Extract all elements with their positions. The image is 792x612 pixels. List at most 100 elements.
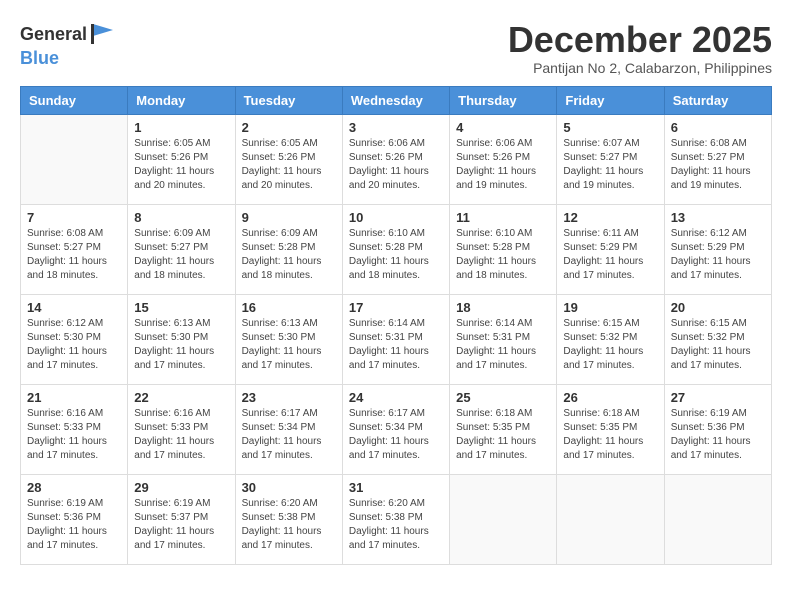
calendar-cell: 4 Sunrise: 6:06 AM Sunset: 5:26 PM Daylig… (450, 114, 557, 204)
calendar-table: SundayMondayTuesdayWednesdayThursdayFrid… (20, 86, 772, 565)
day-number: 10 (349, 210, 443, 225)
day-number: 7 (27, 210, 121, 225)
weekday-header-friday: Friday (557, 86, 664, 114)
title-section: December 2025 Pantijan No 2, Calabarzon,… (508, 20, 772, 76)
day-number: 20 (671, 300, 765, 315)
location-subtitle: Pantijan No 2, Calabarzon, Philippines (508, 60, 772, 76)
day-number: 19 (563, 300, 657, 315)
calendar-cell: 30 Sunrise: 6:20 AM Sunset: 5:38 PM Dayli… (235, 474, 342, 564)
logo-flag-icon (89, 20, 117, 48)
day-number: 8 (134, 210, 228, 225)
calendar-cell: 6 Sunrise: 6:08 AM Sunset: 5:27 PM Daylig… (664, 114, 771, 204)
day-number: 9 (242, 210, 336, 225)
day-number: 24 (349, 390, 443, 405)
day-info: Sunrise: 6:07 AM Sunset: 5:27 PM Dayligh… (563, 137, 657, 193)
calendar-cell: 21Sunrise: 6:16 AM Sunset: 5:33 PM Dayli… (21, 384, 128, 474)
weekday-header-tuesday: Tuesday (235, 86, 342, 114)
day-info: Sunrise: 6:12 AM Sunset: 5:29 PM Dayligh… (671, 227, 765, 283)
day-info: Sunrise: 6:18 AM Sunset: 5:35 PM Dayligh… (456, 407, 550, 463)
day-info: Sunrise: 6:12 AM Sunset: 5:30 PM Dayligh… (27, 317, 121, 373)
calendar-cell: 5 Sunrise: 6:07 AM Sunset: 5:27 PM Daylig… (557, 114, 664, 204)
calendar-cell: 15 Sunrise: 6:13 AM Sunset: 5:30 PM Dayli… (128, 294, 235, 384)
calendar-cell: 8 Sunrise: 6:09 AM Sunset: 5:27 PM Daylig… (128, 204, 235, 294)
calendar-cell: 26 Sunrise: 6:18 AM Sunset: 5:35 PM Dayli… (557, 384, 664, 474)
day-info: Sunrise: 6:05 AM Sunset: 5:26 PM Dayligh… (134, 137, 228, 193)
calendar-cell: 12 Sunrise: 6:11 AM Sunset: 5:29 PM Dayli… (557, 204, 664, 294)
calendar-cell: 7Sunrise: 6:08 AM Sunset: 5:27 PM Daylig… (21, 204, 128, 294)
logo-general-text: General (20, 24, 87, 45)
day-info: Sunrise: 6:13 AM Sunset: 5:30 PM Dayligh… (134, 317, 228, 373)
calendar-cell: 19 Sunrise: 6:15 AM Sunset: 5:32 PM Dayli… (557, 294, 664, 384)
day-number: 17 (349, 300, 443, 315)
day-info: Sunrise: 6:19 AM Sunset: 5:36 PM Dayligh… (27, 497, 121, 553)
day-number: 27 (671, 390, 765, 405)
calendar-cell: 28 Sunrise: 6:19 AM Sunset: 5:36 PM Dayli… (21, 474, 128, 564)
logo-blue-text: Blue (20, 48, 59, 68)
calendar-cell: 18 Sunrise: 6:14 AM Sunset: 5:31 PM Dayli… (450, 294, 557, 384)
day-info: Sunrise: 6:19 AM Sunset: 5:37 PM Dayligh… (134, 497, 228, 553)
day-info: Sunrise: 6:16 AM Sunset: 5:33 PM Dayligh… (27, 407, 121, 463)
calendar-cell: 25 Sunrise: 6:18 AM Sunset: 5:35 PM Dayli… (450, 384, 557, 474)
logo: General Blue (20, 20, 117, 69)
calendar-cell: 13 Sunrise: 6:12 AM Sunset: 5:29 PM Dayli… (664, 204, 771, 294)
day-info: Sunrise: 6:16 AM Sunset: 5:33 PM Dayligh… (134, 407, 228, 463)
day-number: 2 (242, 120, 336, 135)
day-number: 4 (456, 120, 550, 135)
day-number: 25 (456, 390, 550, 405)
logo-wordmark: General Blue (20, 20, 117, 69)
day-info: Sunrise: 6:18 AM Sunset: 5:35 PM Dayligh… (563, 407, 657, 463)
calendar-week-row: 1 Sunrise: 6:05 AM Sunset: 5:26 PM Daylig… (21, 114, 772, 204)
day-info: Sunrise: 6:06 AM Sunset: 5:26 PM Dayligh… (456, 137, 550, 193)
day-info: Sunrise: 6:11 AM Sunset: 5:29 PM Dayligh… (563, 227, 657, 283)
day-number: 12 (563, 210, 657, 225)
calendar-week-row: 28 Sunrise: 6:19 AM Sunset: 5:36 PM Dayli… (21, 474, 772, 564)
calendar-cell: 23 Sunrise: 6:17 AM Sunset: 5:34 PM Dayli… (235, 384, 342, 474)
calendar-cell: 29 Sunrise: 6:19 AM Sunset: 5:37 PM Dayli… (128, 474, 235, 564)
day-number: 26 (563, 390, 657, 405)
calendar-cell (450, 474, 557, 564)
calendar-week-row: 14 Sunrise: 6:12 AM Sunset: 5:30 PM Dayli… (21, 294, 772, 384)
calendar-cell: 10 Sunrise: 6:10 AM Sunset: 5:28 PM Dayli… (342, 204, 449, 294)
calendar-cell: 20Sunrise: 6:15 AM Sunset: 5:32 PM Dayli… (664, 294, 771, 384)
calendar-week-row: 21Sunrise: 6:16 AM Sunset: 5:33 PM Dayli… (21, 384, 772, 474)
calendar-cell: 17Sunrise: 6:14 AM Sunset: 5:31 PM Dayli… (342, 294, 449, 384)
calendar-cell: 27Sunrise: 6:19 AM Sunset: 5:36 PM Dayli… (664, 384, 771, 474)
day-info: Sunrise: 6:08 AM Sunset: 5:27 PM Dayligh… (671, 137, 765, 193)
calendar-cell: 24Sunrise: 6:17 AM Sunset: 5:34 PM Dayli… (342, 384, 449, 474)
day-number: 28 (27, 480, 121, 495)
day-info: Sunrise: 6:05 AM Sunset: 5:26 PM Dayligh… (242, 137, 336, 193)
day-info: Sunrise: 6:10 AM Sunset: 5:28 PM Dayligh… (456, 227, 550, 283)
day-number: 13 (671, 210, 765, 225)
calendar-cell: 3Sunrise: 6:06 AM Sunset: 5:26 PM Daylig… (342, 114, 449, 204)
day-info: Sunrise: 6:14 AM Sunset: 5:31 PM Dayligh… (456, 317, 550, 373)
day-number: 14 (27, 300, 121, 315)
day-number: 16 (242, 300, 336, 315)
day-number: 30 (242, 480, 336, 495)
weekday-header-thursday: Thursday (450, 86, 557, 114)
calendar-cell: 11Sunrise: 6:10 AM Sunset: 5:28 PM Dayli… (450, 204, 557, 294)
day-info: Sunrise: 6:20 AM Sunset: 5:38 PM Dayligh… (242, 497, 336, 553)
day-info: Sunrise: 6:10 AM Sunset: 5:28 PM Dayligh… (349, 227, 443, 283)
day-number: 23 (242, 390, 336, 405)
calendar-cell: 16 Sunrise: 6:13 AM Sunset: 5:30 PM Dayli… (235, 294, 342, 384)
weekday-header-saturday: Saturday (664, 86, 771, 114)
calendar-week-row: 7Sunrise: 6:08 AM Sunset: 5:27 PM Daylig… (21, 204, 772, 294)
day-info: Sunrise: 6:06 AM Sunset: 5:26 PM Dayligh… (349, 137, 443, 193)
day-number: 18 (456, 300, 550, 315)
weekday-header-monday: Monday (128, 86, 235, 114)
day-number: 6 (671, 120, 765, 135)
day-info: Sunrise: 6:17 AM Sunset: 5:34 PM Dayligh… (242, 407, 336, 463)
day-number: 15 (134, 300, 228, 315)
day-info: Sunrise: 6:20 AM Sunset: 5:38 PM Dayligh… (349, 497, 443, 553)
page-header: General Blue December 2025 Pantijan No 2… (20, 20, 772, 76)
day-info: Sunrise: 6:15 AM Sunset: 5:32 PM Dayligh… (563, 317, 657, 373)
day-number: 1 (134, 120, 228, 135)
day-info: Sunrise: 6:09 AM Sunset: 5:27 PM Dayligh… (134, 227, 228, 283)
calendar-cell: 31Sunrise: 6:20 AM Sunset: 5:38 PM Dayli… (342, 474, 449, 564)
day-info: Sunrise: 6:13 AM Sunset: 5:30 PM Dayligh… (242, 317, 336, 373)
weekday-header-sunday: Sunday (21, 86, 128, 114)
day-number: 29 (134, 480, 228, 495)
calendar-cell (557, 474, 664, 564)
day-number: 5 (563, 120, 657, 135)
day-info: Sunrise: 6:09 AM Sunset: 5:28 PM Dayligh… (242, 227, 336, 283)
